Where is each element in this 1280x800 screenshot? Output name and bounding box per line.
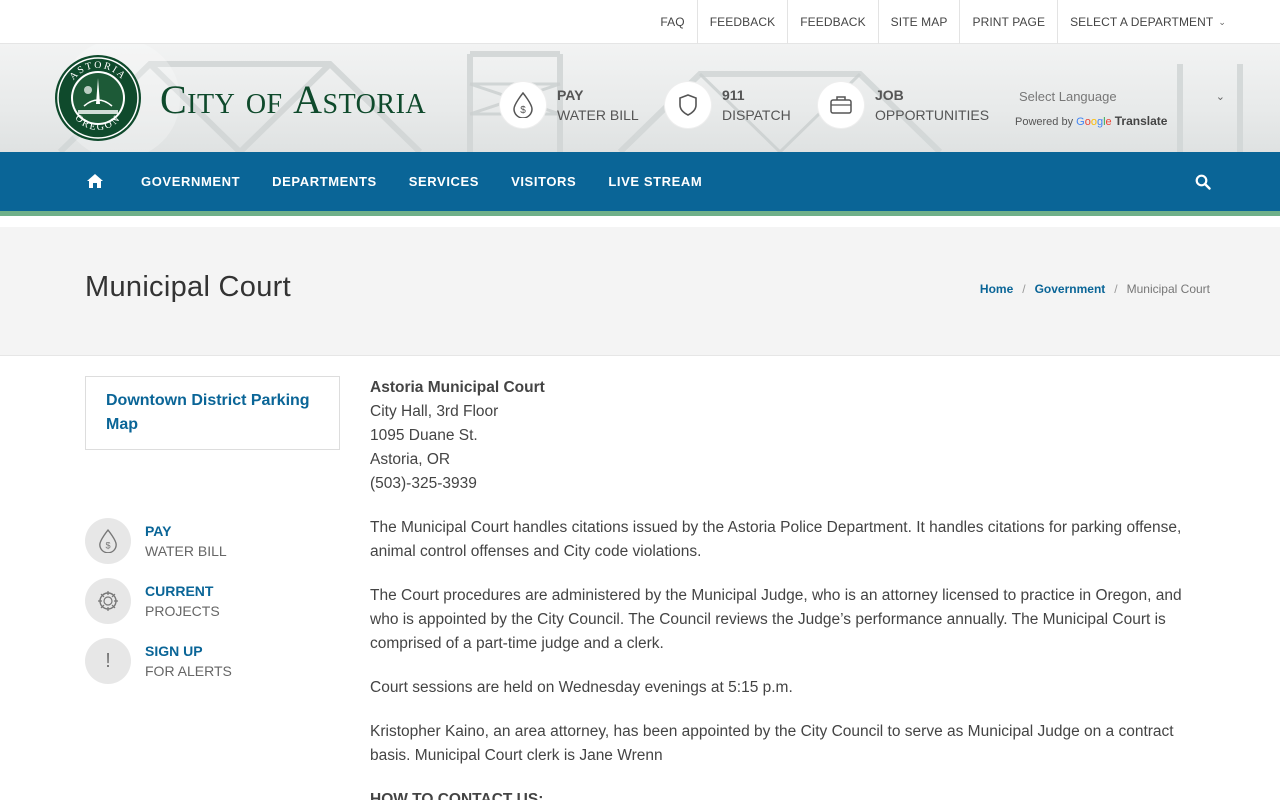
breadcrumb-separator: / [1022,282,1026,296]
dispatch-label: DISPATCH [722,107,791,123]
pay-label: PAY [557,87,584,103]
select-department-label: SELECT A DEPARTMENT [1070,15,1214,29]
chevron-down-icon: ⌄ [1215,90,1225,103]
sidebar-current-label: CURRENT [145,583,214,599]
court-address-block: Astoria Municipal Court City Hall, 3rd F… [370,376,1200,496]
city-logo-text[interactable]: City of Astoria [160,76,426,123]
sidebar-current-projects-link[interactable]: CURRENT PROJECTS [85,578,220,624]
content-paragraph: The Court procedures are administered by… [370,587,1182,652]
content-paragraph: The Municipal Court handles citations is… [370,519,1182,560]
select-language-label: Select Language [1019,88,1117,104]
content-paragraph: Court sessions are held on Wednesday eve… [370,679,793,696]
google-translate-credit: Powered by Google Translate [1015,114,1225,128]
main-nav: GOVERNMENT DEPARTMENTS SERVICES VISITORS… [0,152,1280,211]
logo-text-city: City of [160,77,283,122]
sidebar-pay-water-bill-link[interactable]: $ PAY WATER BILL [85,518,227,564]
main-content: Astoria Municipal Court City Hall, 3rd F… [370,376,1200,800]
select-language-dropdown[interactable]: Select Language ⌄ [1015,84,1225,108]
address-line-3: Astoria, OR [370,451,451,468]
sidebar-pay-label: PAY [145,523,172,539]
page-title-band: Municipal Court Home / Government / Muni… [0,227,1280,356]
pay-water-bill-link[interactable]: $ PAY WATER BILL [500,82,639,128]
breadcrumb-current: Municipal Court [1126,282,1210,296]
water-bill-label: WATER BILL [557,107,639,123]
dispatch-911-link[interactable]: 911 DISPATCH [665,82,791,128]
water-drop-dollar-icon: $ [85,518,131,564]
nav-services[interactable]: SERVICES [393,152,495,211]
sidebar-projects-label: PROJECTS [145,603,220,619]
opportunities-label: OPPORTUNITIES [875,107,990,123]
site-map-link[interactable]: SITE MAP [879,0,961,44]
address-line-1: City Hall, 3rd Floor [370,403,499,420]
google-logo: Google [1076,116,1112,128]
nav-departments[interactable]: DEPARTMENTS [256,152,393,211]
svg-text:$: $ [520,105,526,116]
job-label: JOB [875,87,904,103]
court-name: Astoria Municipal Court [370,379,545,396]
breadcrumb-government[interactable]: Government [1035,282,1106,296]
city-seal-logo[interactable]: ASTORIA OREGON [54,54,142,142]
911-label: 911 [722,87,745,103]
faq-link[interactable]: FAQ [648,0,698,44]
address-line-2: 1095 Duane St. [370,427,478,444]
chevron-down-icon: ⌄ [1218,16,1226,27]
globe-gear-icon [85,578,131,624]
sidebar-sign-up-label: SIGN UP [145,643,203,659]
language-selector: Select Language ⌄ Powered by Google Tran… [1015,84,1225,129]
sidebar-water-bill-label: WATER BILL [145,543,227,559]
utility-links: FAQ FEEDBACK FEEDBACK SITE MAP PRINT PAG… [648,0,1226,44]
print-page-link[interactable]: PRINT PAGE [960,0,1059,44]
utility-bar: FAQ FEEDBACK FEEDBACK SITE MAP PRINT PAG… [0,0,1280,44]
briefcase-icon [818,82,864,128]
home-icon[interactable] [86,172,104,190]
job-opportunities-link[interactable]: JOB OPPORTUNITIES [818,82,989,128]
svg-text:$: $ [105,540,110,550]
search-icon[interactable] [1195,174,1211,190]
sidebar-link-box: Downtown District Parking Map [85,376,340,450]
breadcrumb: Home / Government / Municipal Court [980,282,1210,296]
parking-map-link[interactable]: Downtown District Parking Map [106,389,319,437]
shield-icon [665,82,711,128]
content-paragraph: Kristopher Kaino, an area attorney, has … [370,723,1174,764]
feedback-link-2[interactable]: FEEDBACK [788,0,879,44]
sidebar-for-alerts-label: FOR ALERTS [145,663,232,679]
water-drop-dollar-icon: $ [500,82,546,128]
select-department-dropdown[interactable]: SELECT A DEPARTMENT ⌄ [1058,0,1226,44]
nav-accent-stripe [0,211,1280,216]
feedback-link[interactable]: FEEDBACK [698,0,789,44]
page-title: Municipal Court [85,271,291,303]
breadcrumb-home[interactable]: Home [980,282,1013,296]
court-phone: (503)-325-3939 [370,475,477,492]
exclamation-icon: ! [85,638,131,684]
nav-live-stream[interactable]: LIVE STREAM [592,152,718,211]
site-header: ASTORIA OREGON City of Astoria $ PAY WAT… [0,44,1280,152]
nav-government[interactable]: GOVERNMENT [125,152,256,211]
nav-visitors[interactable]: VISITORS [495,152,592,211]
breadcrumb-separator: / [1114,282,1118,296]
translate-link[interactable]: Translate [1115,114,1168,128]
powered-by-label: Powered by [1015,116,1074,128]
logo-text-name: Astoria [293,77,427,122]
sidebar-sign-up-alerts-link[interactable]: ! SIGN UP FOR ALERTS [85,638,232,684]
contact-heading: HOW TO CONTACT US: [370,791,544,800]
